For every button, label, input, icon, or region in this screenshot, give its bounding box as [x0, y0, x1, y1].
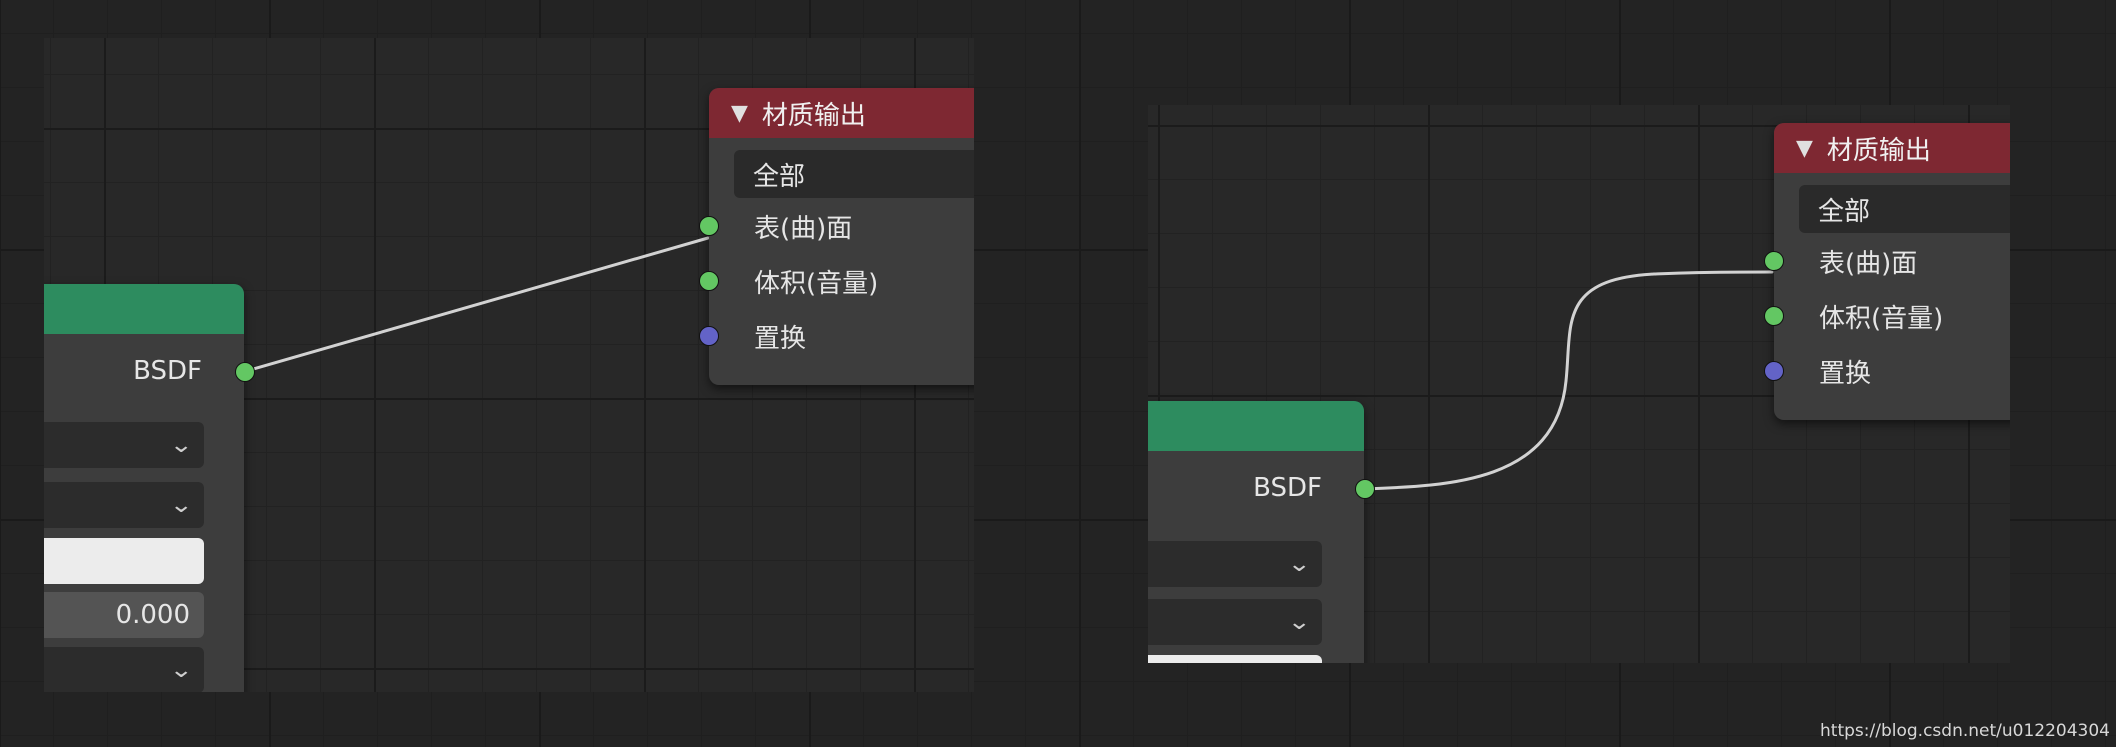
bsdf-output-label: BSDF: [1253, 473, 1322, 503]
socket-label: 表(曲)面: [1819, 248, 1918, 279]
material-output-node[interactable]: ▼ 材质输出 全部 表(曲)面 体积(音量) 置换: [699, 88, 974, 385]
triangle-down-icon[interactable]: ▼: [1796, 136, 1813, 161]
watermark: https://blog.csdn.net/u012204304: [1820, 721, 2110, 741]
color-field[interactable]: [1148, 655, 1322, 663]
chevron-down-icon: ⌄: [168, 492, 193, 518]
socket-label: 体积(音量): [1819, 303, 1944, 334]
target-select[interactable]: 全部: [1799, 185, 2010, 233]
chevron-down-icon: ⌄: [1286, 551, 1311, 577]
bsdf-output-label: BSDF: [133, 356, 202, 386]
material-output-header[interactable]: ▼ 材质输出: [709, 88, 974, 138]
target-select-value: 全部: [753, 161, 806, 192]
surface-input-socket[interactable]: [699, 216, 719, 236]
chevron-down-icon: ⌄: [168, 657, 193, 683]
node-editor-left[interactable]: BSDF ⌄ ⌄ 0.000 ⌄ ▼ 材质输出 全部 表(曲)面 体积(音量) …: [44, 38, 974, 692]
value-field-text: 0.000: [115, 600, 190, 630]
node-editor-right[interactable]: BSDF ⌄ ⌄ ▼ 材质输出 全部 表(曲)面 体积(音量) 置换: [1148, 105, 2010, 663]
triangle-down-icon[interactable]: ▼: [731, 101, 748, 126]
material-output-title: 材质输出: [1826, 135, 1931, 166]
dropdown-field-3[interactable]: ⌄: [44, 647, 204, 692]
volume-input-socket[interactable]: [1764, 306, 1784, 326]
material-output-node[interactable]: ▼ 材质输出 全部 表(曲)面 体积(音量) 置换: [1764, 123, 2010, 420]
dropdown-field-2[interactable]: ⌄: [1148, 599, 1322, 645]
socket-label: 表(曲)面: [754, 213, 853, 244]
bsdf-node[interactable]: BSDF ⌄ ⌄: [1148, 401, 1375, 663]
socket-label: 体积(音量): [754, 268, 879, 299]
socket-row-displacement: 置换: [1764, 351, 2010, 391]
target-select-value: 全部: [1818, 196, 1871, 227]
dropdown-field-1[interactable]: ⌄: [1148, 541, 1322, 587]
bsdf-node[interactable]: BSDF ⌄ ⌄ 0.000 ⌄: [44, 284, 255, 692]
dropdown-field-1[interactable]: ⌄: [44, 422, 204, 468]
displacement-input-socket[interactable]: [1764, 361, 1784, 381]
bsdf-output-socket[interactable]: [235, 362, 255, 382]
socket-row-surface: 表(曲)面: [699, 206, 974, 246]
displacement-input-socket[interactable]: [699, 326, 719, 346]
value-field[interactable]: 0.000: [44, 592, 204, 638]
socket-label: 置换: [754, 323, 807, 354]
target-select[interactable]: 全部: [734, 150, 974, 198]
socket-row-surface: 表(曲)面: [1764, 241, 2010, 281]
socket-label: 置换: [1819, 358, 1872, 389]
volume-input-socket[interactable]: [699, 271, 719, 291]
surface-input-socket[interactable]: [1764, 251, 1784, 271]
material-output-title: 材质输出: [761, 100, 866, 131]
bsdf-node-header[interactable]: [44, 284, 244, 334]
socket-row-volume: 体积(音量): [1764, 296, 2010, 336]
socket-row-displacement: 置换: [699, 316, 974, 356]
color-field[interactable]: [44, 538, 204, 584]
bsdf-output-socket[interactable]: [1355, 479, 1375, 499]
material-output-header[interactable]: ▼ 材质输出: [1774, 123, 2010, 173]
socket-row-volume: 体积(音量): [699, 261, 974, 301]
chevron-down-icon: ⌄: [168, 432, 193, 458]
chevron-down-icon: ⌄: [1286, 609, 1311, 635]
bsdf-node-header[interactable]: [1148, 401, 1364, 451]
dropdown-field-2[interactable]: ⌄: [44, 482, 204, 528]
